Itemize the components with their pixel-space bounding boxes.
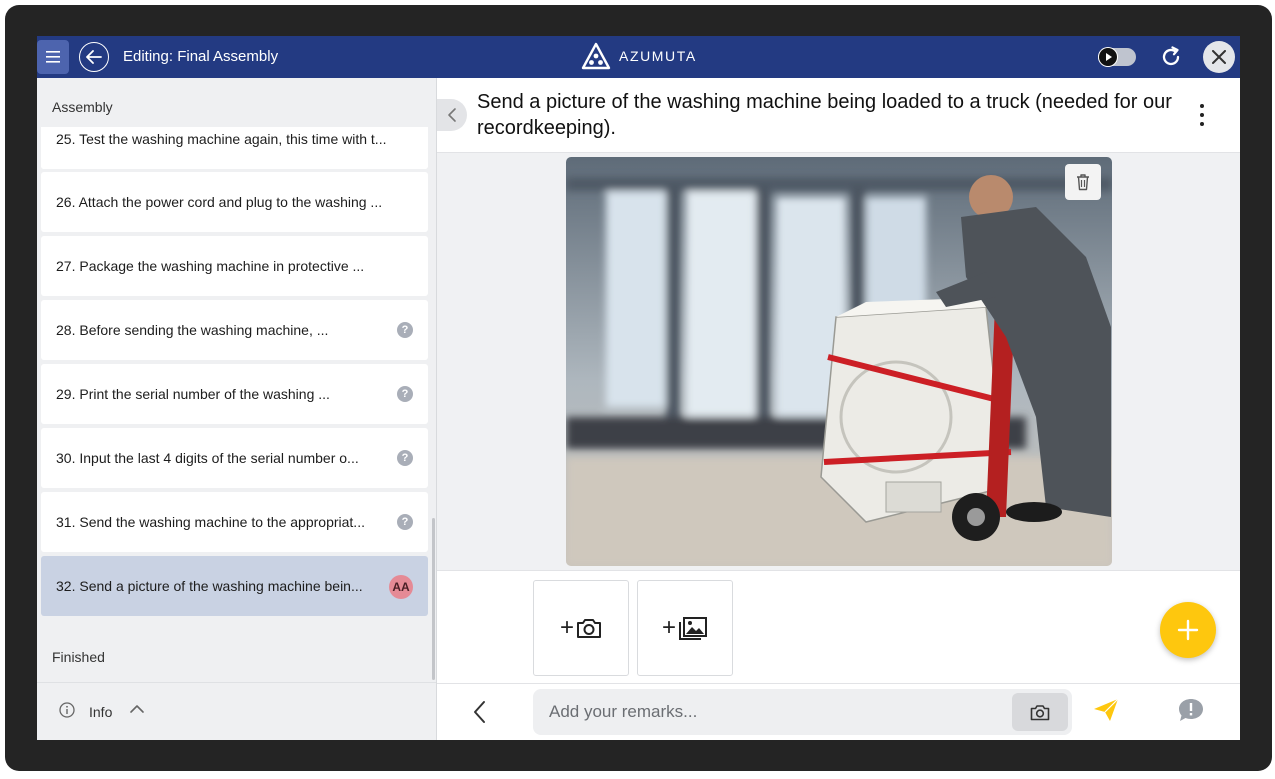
brand-name: AZUMUTA xyxy=(619,48,697,64)
add-photo-gallery-button[interactable]: + xyxy=(637,580,733,676)
step-label: 30. Input the last 4 digits of the seria… xyxy=(56,450,359,466)
bottom-action-bar xyxy=(437,683,1240,740)
close-button[interactable] xyxy=(1203,41,1235,73)
step-label: 26. Attach the power cord and plug to th… xyxy=(56,194,383,210)
photo-washing-machine-hand-truck xyxy=(566,157,1112,566)
top-bar: Editing: Final Assembly AZUMUTA xyxy=(37,36,1240,78)
azumuta-logo-icon xyxy=(581,42,611,70)
step-item-29[interactable]: 29. Print the serial number of the washi… xyxy=(41,364,428,424)
page-title: Editing: Final Assembly xyxy=(123,48,279,65)
step-label: 28. Before sending the washing machine, … xyxy=(56,322,329,338)
step-detail: Send a picture of the washing machine be… xyxy=(437,78,1240,740)
sidebar-footer: Info xyxy=(37,682,436,740)
refresh-icon[interactable] xyxy=(1159,45,1183,69)
remarks-box xyxy=(533,689,1072,735)
info-label[interactable]: Info xyxy=(89,704,112,720)
add-photo-camera-button[interactable]: + xyxy=(533,580,629,676)
back-button[interactable] xyxy=(79,42,109,72)
camera-icon xyxy=(1030,704,1050,720)
section-title-finished: Finished xyxy=(52,649,105,665)
step-label: 31. Send the washing machine to the appr… xyxy=(56,514,365,530)
step-item-31[interactable]: 31. Send the washing machine to the appr… xyxy=(41,492,428,552)
section-header-strip: Assembly xyxy=(37,78,436,127)
section-title-assembly-label: Assembly xyxy=(52,99,113,115)
delete-photo-button[interactable] xyxy=(1065,164,1101,200)
plus-sign: + xyxy=(559,614,574,641)
menu-icon xyxy=(46,51,60,63)
autoplay-toggle[interactable] xyxy=(1098,47,1136,67)
step-label: 25. Test the washing machine again, this… xyxy=(56,131,387,147)
add-gallery-image-icon xyxy=(679,617,707,640)
send-icon[interactable] xyxy=(1092,697,1120,723)
plus-sign: + xyxy=(661,614,676,641)
media-area xyxy=(437,152,1240,571)
info-icon xyxy=(59,702,75,718)
step-item-28[interactable]: 28. Before sending the washing machine, … xyxy=(41,300,428,360)
more-vertical-icon[interactable] xyxy=(1194,104,1210,126)
trash-icon xyxy=(1077,174,1089,191)
menu-button[interactable] xyxy=(37,40,69,74)
question-badge: ? xyxy=(397,450,413,466)
remarks-camera-button[interactable] xyxy=(1012,693,1068,731)
add-fab-button[interactable] xyxy=(1160,602,1216,658)
chevron-up-icon[interactable] xyxy=(129,703,145,715)
question-badge: ? xyxy=(397,322,413,338)
feedback-icon[interactable] xyxy=(1177,697,1205,723)
chevron-left-icon xyxy=(448,108,456,122)
app-screen: Editing: Final Assembly AZUMUTA Assembly… xyxy=(37,36,1240,740)
uploaded-photo[interactable] xyxy=(566,157,1112,566)
collapse-sidebar-button[interactable] xyxy=(437,99,467,131)
add-photo-camera-icon xyxy=(577,619,601,638)
step-item-30[interactable]: 30. Input the last 4 digits of the seria… xyxy=(41,428,428,488)
step-item-25-visible[interactable]: 25. Test the washing machine again, this… xyxy=(41,127,428,169)
assignee-avatar: AA xyxy=(389,575,413,599)
brand-logo: AZUMUTA xyxy=(581,42,697,70)
remarks-input[interactable] xyxy=(533,689,1003,735)
step-label: 32. Send a picture of the washing machin… xyxy=(56,578,363,594)
plus-icon xyxy=(1177,619,1199,641)
step-label: 27. Package the washing machine in prote… xyxy=(56,258,365,274)
steps-sidebar: Assembly 25. Test the washing machine ag… xyxy=(37,78,437,740)
previous-step-chevron-left-icon[interactable] xyxy=(473,700,487,724)
back-arrow-icon xyxy=(86,50,102,64)
question-badge: ? xyxy=(397,386,413,402)
step-item-27[interactable]: 27. Package the washing machine in prote… xyxy=(41,236,428,296)
toggle-play-icon xyxy=(1099,48,1117,66)
sidebar-scrollbar[interactable] xyxy=(432,518,435,680)
step-item-32-active[interactable]: 32. Send a picture of the washing machin… xyxy=(41,556,428,616)
close-icon xyxy=(1212,50,1226,64)
step-item-26[interactable]: 26. Attach the power cord and plug to th… xyxy=(41,172,428,232)
question-badge: ? xyxy=(397,514,413,530)
step-label: 29. Print the serial number of the washi… xyxy=(56,386,330,402)
toggle-knob xyxy=(1098,47,1118,67)
step-instruction-title: Send a picture of the washing machine be… xyxy=(477,91,1172,139)
